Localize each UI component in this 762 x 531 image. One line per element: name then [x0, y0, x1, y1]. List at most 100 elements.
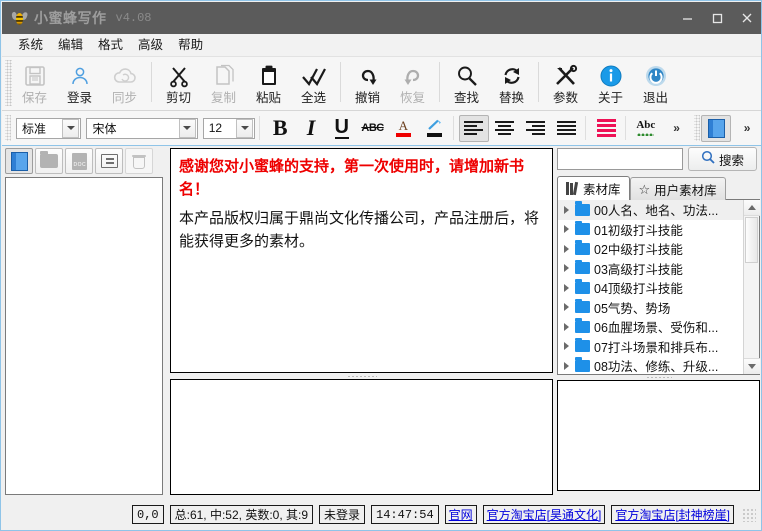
material-preview-area[interactable]: [557, 380, 760, 491]
toolbar-cut-button[interactable]: 剪切: [156, 57, 201, 107]
font-color-button[interactable]: A: [388, 115, 418, 142]
status-link-taobao-haotong[interactable]: 官方淘宝店[昊通文化]: [483, 505, 606, 524]
toolbar-redo-button[interactable]: 恢复: [390, 57, 435, 107]
menu-item-format[interactable]: 格式: [91, 35, 131, 55]
toolbar-params-button[interactable]: 参数: [543, 57, 588, 107]
save-floppy-icon: [23, 62, 47, 89]
book-structure-list[interactable]: [5, 177, 163, 495]
align-justify-button[interactable]: [551, 115, 581, 142]
triangle-right-icon[interactable]: [561, 245, 571, 253]
tree-item[interactable]: 05气势、势场: [558, 298, 743, 318]
toolbar-exit-button[interactable]: 退出: [633, 57, 678, 107]
status-link-taobao-fengshenbang[interactable]: 官方淘宝店[封神榜崖]: [611, 505, 734, 524]
tab-user-material-library[interactable]: ☆ 用户素材库: [630, 177, 726, 200]
font-family-combo[interactable]: 宋体: [86, 118, 197, 139]
tree-item[interactable]: 00人名、地名、功法...: [558, 200, 743, 220]
editor-main-area[interactable]: 感谢您对小蜜蜂的支持，第一次使用时，请增加新书名！ 本产品版权归属于鼎尚文化传播…: [170, 148, 553, 373]
chevron-down-icon[interactable]: [236, 119, 253, 138]
left-tool-delete-button[interactable]: [125, 148, 153, 174]
toolbar-overflow-button-1[interactable]: »: [662, 115, 692, 142]
spellcheck-button[interactable]: Abc: [631, 115, 661, 142]
align-right-button[interactable]: [521, 115, 551, 142]
paragraph-style-combo[interactable]: 标准: [16, 118, 82, 139]
triangle-right-icon[interactable]: [561, 303, 571, 311]
toolbar-about-button[interactable]: 关于: [588, 57, 633, 107]
underline-button[interactable]: U: [327, 115, 357, 142]
red-lines-button[interactable]: [591, 115, 621, 142]
search-input[interactable]: [557, 148, 683, 170]
left-tool-outline-button[interactable]: [95, 148, 123, 174]
align-center-button[interactable]: [490, 115, 520, 142]
status-login-state[interactable]: 未登录: [319, 505, 365, 524]
folder-icon: [575, 223, 590, 235]
close-icon[interactable]: [732, 2, 762, 34]
triangle-right-icon[interactable]: [561, 323, 571, 331]
toolbar-paste-button[interactable]: 粘贴: [246, 57, 291, 107]
toolbar-about-label: 关于: [598, 91, 623, 105]
tree-item[interactable]: 02中级打斗技能: [558, 239, 743, 259]
scissors-cut-icon: [167, 62, 191, 89]
hammer-wrench-settings-icon: [554, 62, 578, 89]
left-tool-book-button[interactable]: [5, 148, 33, 174]
triangle-right-icon[interactable]: [561, 225, 571, 233]
status-link-official-site[interactable]: 官网: [445, 505, 477, 524]
scroll-thumb[interactable]: [745, 217, 758, 263]
bold-button[interactable]: B: [265, 115, 295, 142]
toolbar-drag-grip[interactable]: [5, 60, 12, 106]
menu-item-advanced[interactable]: 高级: [131, 35, 171, 55]
tree-item[interactable]: 08功法、修练、升级...: [558, 356, 743, 374]
tab-material-library[interactable]: 素材库: [557, 176, 630, 200]
status-cursor-position: 0,0: [132, 505, 164, 524]
toolbar-undo-button[interactable]: 撤销: [345, 57, 390, 107]
triangle-right-icon[interactable]: [561, 284, 571, 292]
left-tool-document-button[interactable]: DOC: [65, 148, 93, 174]
toolbar-sync-button[interactable]: 同步: [102, 57, 147, 107]
menu-item-help[interactable]: 帮助: [171, 35, 211, 55]
tree-item[interactable]: 01初级打斗技能: [558, 220, 743, 240]
tree-item-label: 04顶级打斗技能: [594, 278, 683, 297]
format-separator: [453, 116, 454, 140]
tree-item[interactable]: 03高级打斗技能: [558, 259, 743, 279]
tree-item[interactable]: 06血腥场景、受伤和...: [558, 317, 743, 337]
scroll-down-arrow-icon[interactable]: [744, 358, 760, 374]
scroll-up-arrow-icon[interactable]: [744, 200, 760, 216]
toolbar-replace-button[interactable]: 替换: [489, 57, 534, 107]
chevron-down-icon[interactable]: [62, 119, 79, 138]
align-right-icon: [526, 121, 545, 135]
tree-item[interactable]: 04顶级打斗技能: [558, 278, 743, 298]
tree-item[interactable]: 07打斗场景和排兵布...: [558, 337, 743, 357]
toolbar-find-button[interactable]: 查找: [444, 57, 489, 107]
search-button[interactable]: 搜索: [688, 147, 757, 171]
material-tree-scrollbar[interactable]: [743, 200, 759, 374]
format-toolbar-drag-grip[interactable]: [5, 115, 11, 141]
strikethrough-button[interactable]: ABC: [358, 115, 388, 142]
align-left-button[interactable]: [459, 115, 489, 142]
italic-button[interactable]: I: [296, 115, 326, 142]
toolbar-login-button[interactable]: 登录: [57, 57, 102, 107]
chevron-down-icon[interactable]: [179, 119, 196, 138]
tree-item-label: 03高级打斗技能: [594, 259, 683, 278]
triangle-right-icon[interactable]: [561, 342, 571, 350]
toolbar-select-all-button[interactable]: 全选: [291, 57, 336, 107]
toolbar-overflow-button-2[interactable]: »: [732, 115, 762, 142]
triangle-right-icon[interactable]: [561, 362, 571, 370]
menu-item-edit[interactable]: 编辑: [51, 35, 91, 55]
triangle-right-icon[interactable]: [561, 206, 571, 214]
blue-book-icon: [708, 119, 725, 138]
toolbar-copy-button[interactable]: 复制: [201, 57, 246, 107]
left-tool-folder-button[interactable]: [35, 148, 63, 174]
resize-grip-icon[interactable]: [742, 508, 756, 522]
menu-item-system[interactable]: 系统: [11, 35, 51, 55]
highlight-button[interactable]: [419, 115, 449, 142]
format-toolbar-drag-grip-2[interactable]: [694, 115, 700, 141]
maximize-icon[interactable]: [702, 2, 732, 34]
book-panel-toggle[interactable]: [701, 115, 731, 142]
clipboard-paste-icon: [257, 62, 281, 89]
minimize-icon[interactable]: [672, 2, 702, 34]
toolbar-save-button[interactable]: 保存: [12, 57, 57, 107]
toolbar-undo-label: 撤销: [355, 91, 380, 105]
triangle-right-icon[interactable]: [561, 264, 571, 272]
font-size-combo[interactable]: 12: [203, 118, 256, 139]
editor-secondary-area[interactable]: [170, 379, 553, 495]
toolbar-replace-label: 替换: [499, 91, 524, 105]
